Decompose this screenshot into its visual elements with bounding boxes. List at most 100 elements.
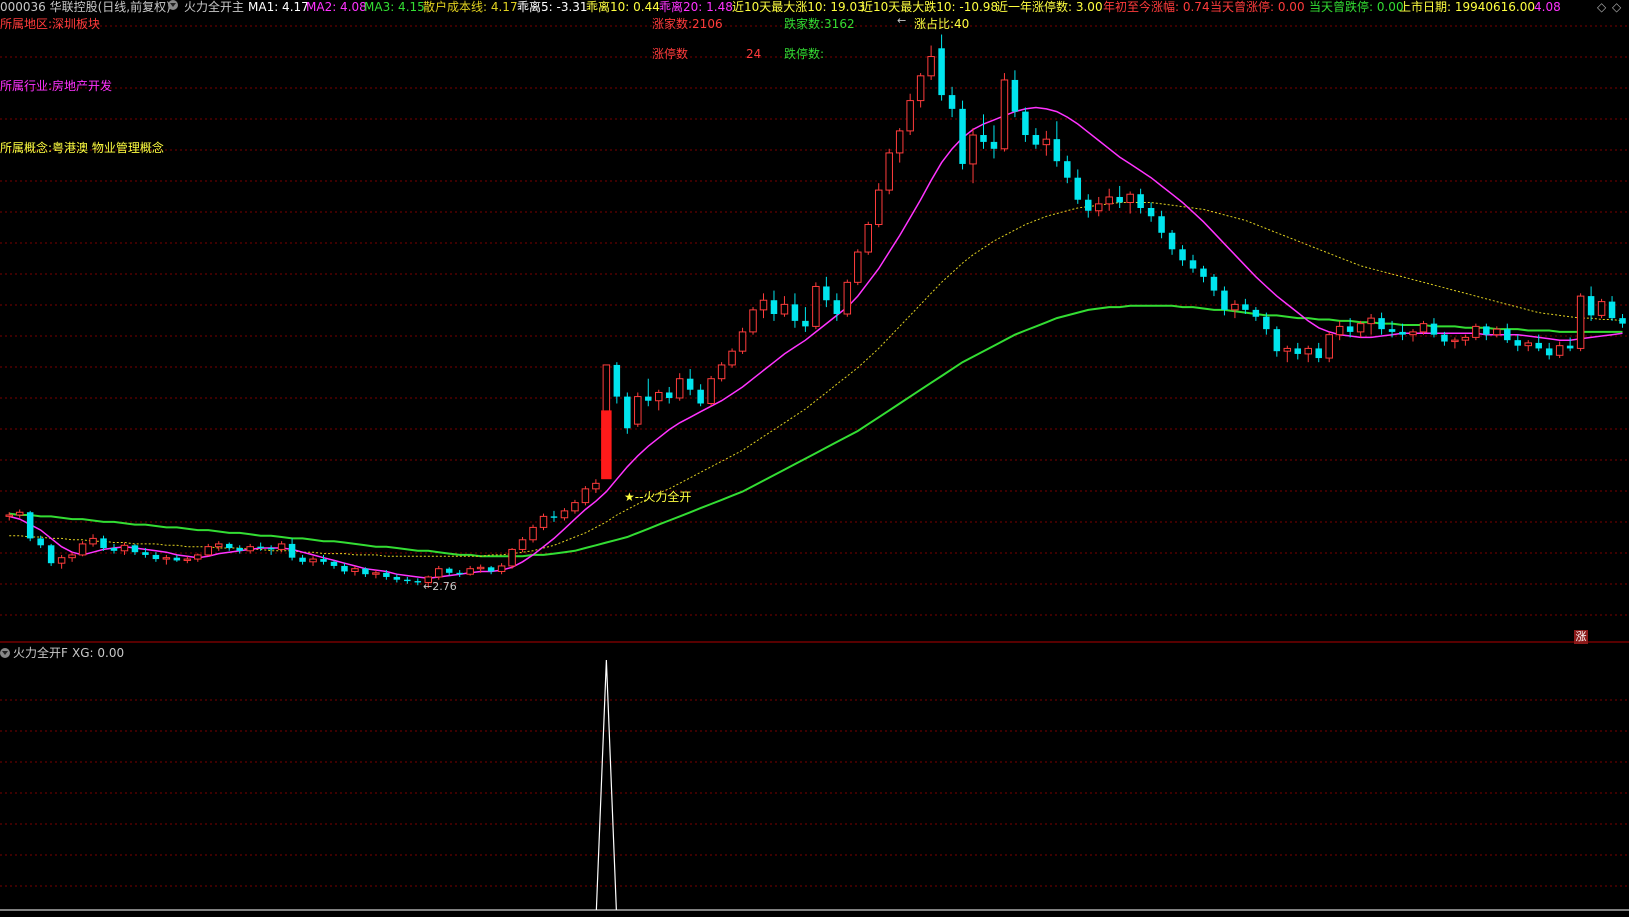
candle-body (1608, 301, 1616, 319)
nav-right-icon[interactable]: ◇ (1612, 0, 1621, 14)
candle-body (466, 568, 474, 575)
candle-body (1493, 328, 1501, 336)
sub-indicator-dropdown-icon[interactable] (0, 648, 10, 658)
candle-body (1356, 323, 1365, 333)
bias20-value: 乖离20: 1.48 (659, 0, 733, 14)
candle-body (529, 526, 537, 541)
candle-body (1085, 199, 1092, 211)
candle-body (675, 378, 684, 399)
candle-body (435, 568, 443, 578)
candle-body (1221, 290, 1228, 310)
candle-body (1409, 331, 1417, 336)
candle-body (162, 557, 171, 560)
indicator-name[interactable]: 火力全开主 (184, 0, 244, 14)
high-price-annotation: ← (897, 14, 907, 27)
candle-body (1147, 207, 1155, 217)
candle-body (152, 554, 160, 560)
candle-body (1461, 336, 1470, 341)
candle-body (1022, 111, 1029, 136)
limit-up-badge[interactable]: 涨 (1574, 630, 1588, 644)
candle-body (1032, 135, 1040, 145)
candle-body (1011, 79, 1019, 112)
candle-body (1419, 323, 1428, 333)
candle-body (288, 543, 296, 558)
candle-body (613, 364, 621, 397)
candle-body (1587, 296, 1595, 316)
candle-body (906, 100, 914, 132)
candle-body (57, 557, 66, 564)
candle-body (277, 543, 286, 550)
candle-body (812, 285, 820, 327)
candle-body (183, 558, 192, 561)
ma3-value: MA3: 4.15 (364, 0, 425, 14)
bias10-value: 乖离10: 0.44 (586, 0, 660, 14)
candle-body (645, 396, 652, 401)
candle-body (393, 576, 401, 580)
candle-body (770, 300, 778, 314)
candle-body (560, 510, 569, 519)
candle-body (1094, 203, 1103, 212)
candle-body (1545, 348, 1553, 356)
candle-body (476, 566, 485, 570)
candle-body (550, 516, 558, 518)
cost-line-value: 散户成本线: 4.17 (423, 0, 518, 14)
up-count-label: 涨家数:2106 (652, 17, 723, 31)
candle-body (1399, 331, 1406, 335)
candle-body (697, 389, 704, 404)
candle-body (1158, 216, 1165, 233)
candle-body (895, 130, 904, 154)
price-chart[interactable] (0, 0, 1629, 646)
candle-body (1597, 301, 1606, 316)
candle-body (246, 546, 254, 552)
today-limit-up-value: 当天曾涨停: 0.00 (1210, 0, 1305, 14)
candle-body (624, 396, 631, 429)
candle-body (68, 554, 76, 559)
candle-body (110, 548, 118, 551)
candle-body (959, 108, 966, 164)
candle-body (654, 391, 663, 402)
candle-body (759, 299, 768, 311)
candle-body (1294, 348, 1302, 354)
candle-body (1304, 347, 1312, 355)
candle-body (89, 537, 97, 545)
candle-body (414, 581, 422, 583)
chart-header: 000036 华联控股(日线,前复权) 火力全开主 MA1: 4.17 MA2:… (0, 0, 1629, 14)
limit-up-count-value: 24 (746, 47, 762, 61)
up-ratio-label: 涨占比:40 (914, 17, 970, 31)
today-limit-down-value: 当天曾跌停: 0.00 (1309, 0, 1404, 14)
candle-body (1555, 345, 1564, 356)
stock-title[interactable]: 000036 华联控股(日线,前复权) (0, 0, 171, 14)
candle-body (927, 56, 935, 77)
candle-body (100, 538, 107, 549)
candle-body (874, 189, 883, 226)
concept-label: 所属概念:粤港澳 物业管理概念 (0, 141, 164, 155)
candle-body (1483, 326, 1490, 335)
candle-body (1263, 316, 1270, 330)
candle-body (707, 378, 715, 404)
candle-body (1064, 161, 1071, 178)
sub-indicator-name[interactable]: 火力全开F (13, 646, 68, 660)
candle-body (1472, 325, 1480, 338)
candle-body (194, 554, 202, 560)
indicator-dropdown-icon[interactable] (168, 0, 178, 10)
region-label: 所属地区:深圳板块 (0, 17, 101, 31)
candle-body (487, 567, 495, 572)
candle-body (717, 364, 726, 380)
candle-body (864, 224, 873, 253)
signal-bar (601, 410, 612, 480)
candle-body (916, 75, 925, 102)
candle-body (571, 502, 579, 512)
industry-label: 所属行业:房地产开发 (0, 79, 113, 93)
candle-body (1179, 249, 1186, 261)
candle-body (518, 539, 527, 550)
candle-body (1514, 340, 1522, 346)
candle-body (236, 548, 243, 551)
nav-left-icon[interactable]: ◇ (1597, 0, 1606, 14)
candle-body (1335, 325, 1344, 336)
candle-body (938, 48, 945, 96)
ma1-line (9, 106, 1623, 580)
candle-body (299, 557, 306, 562)
candle-body (47, 545, 55, 564)
candle-body (309, 558, 317, 563)
candle-body (445, 568, 453, 573)
